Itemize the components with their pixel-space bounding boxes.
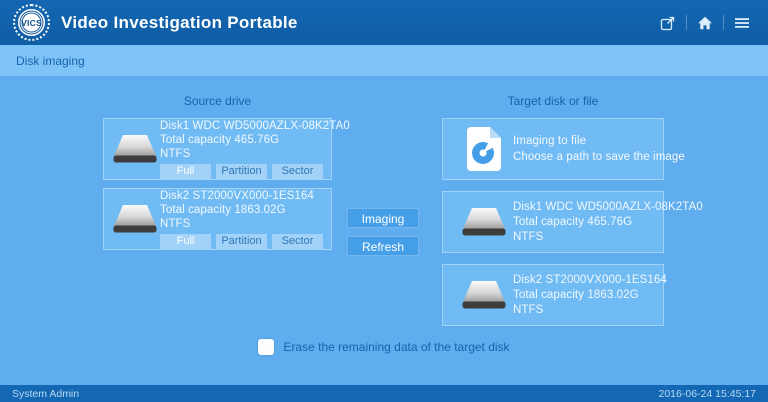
action-button-group: Imaging Refresh xyxy=(347,208,419,256)
disk-name: Disk1 WDC WD5000AZLX-08K2TA0 xyxy=(513,200,703,213)
source-drive-section: Source drive Disk1 WDC WD5000AZLX-08K2TA… xyxy=(103,94,350,258)
title-bar: VICS Video Investigation Portable xyxy=(0,0,768,45)
disk-capacity: Total capacity 465.76G xyxy=(513,215,633,228)
imaging-to-file-subtitle: Choose a path to save the image xyxy=(513,151,685,163)
target-disk-2-info: Disk2 ST2000VX000-1ES164 Total capacity … xyxy=(513,273,667,318)
mode-full-button[interactable]: Full xyxy=(160,234,211,249)
breadcrumb: Disk imaging xyxy=(16,53,85,68)
mode-partition-button[interactable]: Partition xyxy=(216,164,267,179)
target-section-title: Target disk or file xyxy=(507,94,599,108)
imaging-to-file-card[interactable]: Imaging to file Choose a path to save th… xyxy=(442,118,685,180)
erase-option-row: Erase the remaining data of the target d… xyxy=(0,339,768,355)
disk-capacity: Total capacity 465.76G xyxy=(160,134,280,146)
refresh-button[interactable]: Refresh xyxy=(347,236,419,256)
disk-name: Disk2 ST2000VX000-1ES164 xyxy=(513,273,667,286)
status-bar: System Admin 2016-06-24 15:45:17 xyxy=(0,385,768,402)
current-user: System Admin xyxy=(12,387,80,400)
source-disk-card-1[interactable]: Disk1 WDC WD5000AZLX-08K2TA0 Total capac… xyxy=(103,118,350,180)
hard-drive-icon xyxy=(110,204,160,235)
mode-full-button[interactable]: Full xyxy=(160,164,211,179)
hard-drive-icon xyxy=(455,280,513,311)
vics-logo-badge: VICS xyxy=(18,9,45,36)
disk-name: Disk1 WDC WD5000AZLX-08K2TA0 xyxy=(160,120,350,132)
image-file-icon xyxy=(455,126,513,172)
target-disk-1-info: Disk1 WDC WD5000AZLX-08K2TA0 Total capac… xyxy=(513,200,703,245)
breadcrumb-bar: Disk imaging xyxy=(0,45,768,76)
system-clock: 2016-06-24 15:45:17 xyxy=(658,387,757,400)
erase-checkbox[interactable] xyxy=(258,339,275,355)
disk-filesystem: NTFS xyxy=(513,303,544,316)
source-section-title: Source drive xyxy=(183,94,252,108)
imaging-mode-group: Full Partition Sector xyxy=(160,234,323,249)
disk-filesystem: NTFS xyxy=(160,218,191,230)
erase-checkbox-label: Erase the remaining data of the target d… xyxy=(283,340,510,354)
disk-filesystem: NTFS xyxy=(513,230,544,243)
source-disk-card-2[interactable]: Disk2 ST2000VX000-1ES164 Total capacity … xyxy=(103,188,332,250)
disk-name: Disk2 ST2000VX000-1ES164 xyxy=(160,190,314,202)
mode-sector-button[interactable]: Sector xyxy=(272,164,323,179)
source-disk-1-info: Disk1 WDC WD5000AZLX-08K2TA0 Total capac… xyxy=(160,119,350,179)
hard-drive-icon xyxy=(110,134,160,165)
mode-sector-button[interactable]: Sector xyxy=(272,234,323,249)
app-window: VICS Video Investigation Portable Disk i… xyxy=(0,0,768,402)
hard-drive-icon xyxy=(455,207,513,238)
disk-capacity: Total capacity 1863.02G xyxy=(160,204,286,216)
disk-capacity: Total capacity 1863.02G xyxy=(513,288,639,301)
target-disk-card-1[interactable]: Disk1 WDC WD5000AZLX-08K2TA0 Total capac… xyxy=(442,191,703,253)
vics-logo: VICS xyxy=(13,4,50,41)
header-icon-group xyxy=(650,9,760,37)
menu-icon[interactable] xyxy=(724,9,760,37)
app-title: Video Investigation Portable xyxy=(61,12,298,32)
imaging-mode-group: Full Partition Sector xyxy=(160,164,323,179)
imaging-button[interactable]: Imaging xyxy=(347,208,419,228)
disk-filesystem: NTFS xyxy=(160,148,191,160)
imaging-to-file-info: Imaging to file Choose a path to save th… xyxy=(513,133,685,165)
export-icon[interactable] xyxy=(650,9,686,37)
target-section: Target disk or file Imaging to file Choo… xyxy=(442,94,703,337)
mode-partition-button[interactable]: Partition xyxy=(216,234,267,249)
target-disk-card-2[interactable]: Disk2 ST2000VX000-1ES164 Total capacity … xyxy=(442,264,667,326)
source-disk-2-info: Disk2 ST2000VX000-1ES164 Total capacity … xyxy=(160,189,323,249)
imaging-to-file-title: Imaging to file xyxy=(513,135,587,147)
home-icon[interactable] xyxy=(687,9,723,37)
vics-logo-text: VICS xyxy=(21,17,42,28)
